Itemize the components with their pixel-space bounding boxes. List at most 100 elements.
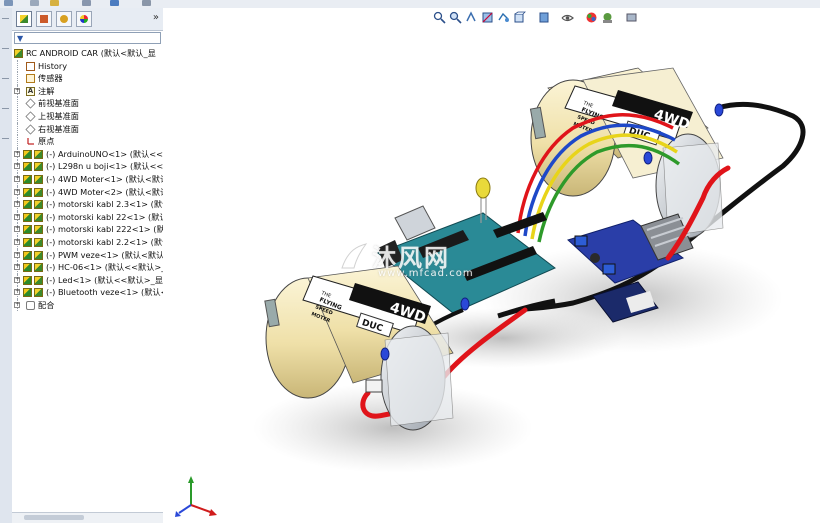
visibility-icon (23, 288, 32, 298)
tab-configuration-manager[interactable] (56, 11, 72, 27)
tree-filter-box[interactable]: ▼ (14, 32, 161, 44)
screw-terminal (602, 263, 616, 275)
expand-toggle-icon[interactable]: + (14, 276, 20, 283)
tree-item[interactable]: + (-) ArduinoUNO<1> (默认<<默 (12, 147, 163, 161)
expand-toggle-icon[interactable]: + (14, 213, 20, 220)
tree-item-label: (-) motorski kabl 222<1> (默认 (46, 224, 163, 235)
expand-toggle-icon[interactable]: + (14, 188, 20, 195)
tree-item-label: (-) motorski kabl 2.3<1> (默认 (46, 199, 163, 210)
tree-item[interactable]: + 配合 (12, 298, 163, 312)
expand-toggle-icon[interactable]: + (14, 175, 20, 182)
tree-item[interactable]: + (-) motorski kabl 222<1> (默认 (12, 223, 163, 236)
watermark-logo-icon (341, 243, 368, 269)
expand-toggle-icon[interactable]: + (14, 264, 20, 271)
toolbar-icon[interactable] (82, 0, 91, 6)
reference-triad[interactable] (173, 473, 223, 518)
tree-item-label: 上视基准面 (38, 110, 79, 121)
expand-toggle-icon[interactable]: + (14, 301, 20, 308)
visibility-icon (23, 212, 32, 222)
panel-horizontal-scrollbar[interactable] (12, 512, 163, 523)
tree-item-label: (-) 4WD Moter<1> (默认<默认 (46, 173, 163, 184)
watermark-url: www.mfcad.com (378, 268, 474, 279)
tree-item[interactable]: + (-) Bluetooth veze<1> (默认<<默 (12, 286, 163, 299)
strip-mark (2, 78, 9, 79)
part-icon (34, 200, 43, 210)
motor-front-terminal (365, 379, 383, 393)
tree-item[interactable]: + (-) L298n u boji<1> (默认<<默 (12, 160, 163, 173)
tree-item-label: 原点 (38, 136, 55, 147)
tree-item[interactable]: + (-) 4WD Moter<1> (默认<默认 (12, 172, 163, 186)
watermark: 沐风网 www.mfcad.com (338, 238, 508, 288)
toolbar-icon[interactable] (30, 0, 39, 6)
led-bulb (475, 177, 491, 199)
assembly-icon (14, 49, 23, 58)
tree-item-label: (-) PWM veze<1> (默认<默认 (46, 249, 163, 260)
visibility-icon (23, 237, 32, 247)
tree-item[interactable]: 上视基准面 (12, 109, 163, 123)
expand-toggle-icon[interactable]: + (14, 150, 20, 157)
tree-item-label: (-) Led<1> (默认<<默认>_显示 (46, 274, 163, 285)
part-icon (34, 288, 43, 298)
part-icon (34, 174, 43, 184)
expand-toggle-icon[interactable]: + (14, 226, 20, 233)
tree-item-label: (-) L298n u boji<1> (默认<<默 (46, 161, 163, 172)
strip-mark (2, 48, 9, 49)
tab-property-manager[interactable] (36, 11, 52, 27)
plane-icon (25, 123, 36, 135)
part-icon (34, 275, 43, 285)
toolbar-icon[interactable] (110, 0, 119, 6)
wire-connector (380, 347, 390, 361)
strip-mark (2, 138, 9, 139)
tree-item[interactable]: History (12, 59, 163, 73)
tree-item[interactable]: + (-) motorski kabl 2.2<1> (默认 (12, 235, 163, 249)
graphics-area[interactable]: 4WD THE FLYING SPEED MOTER DUC 4WD THE F… (163, 8, 820, 523)
tree-item[interactable]: + (-) HC-06<1> (默认<<默认>_显 (12, 261, 163, 274)
wire-connector (643, 151, 653, 165)
part-icon (34, 237, 43, 247)
tree-item[interactable]: + (-) 4WD Moter<2> (默认<默认 (12, 185, 163, 199)
tab-feature-tree[interactable] (16, 11, 32, 27)
expand-panel-button[interactable]: » (153, 12, 159, 23)
expand-toggle-icon[interactable]: + (14, 251, 20, 258)
tree-item-label: 配合 (38, 299, 55, 310)
tree-item[interactable]: + (-) motorski kabl 22<1> (默认 (12, 210, 163, 224)
tree-item[interactable]: + (-) Led<1> (默认<<默认>_显示 (12, 273, 163, 287)
tab-display-manager[interactable] (76, 11, 92, 27)
expand-toggle-icon[interactable]: + (14, 201, 20, 208)
feature-tree: RC ANDROID CAR (默认<默认_显 History 传感器 + A 注解前视… (12, 47, 163, 312)
expand-toggle-icon[interactable]: + (14, 238, 20, 245)
expand-toggle-icon[interactable]: + (14, 289, 20, 296)
tree-item[interactable]: 右视基准面 (12, 122, 163, 136)
tree-item[interactable]: + (-) motorski kabl 2.3<1> (默认 (12, 198, 163, 211)
visibility-icon (23, 200, 32, 210)
tree-item-label: (-) ArduinoUNO<1> (默认<<默 (46, 148, 163, 159)
toolbar-icon[interactable] (50, 0, 59, 6)
tree-guide-line (17, 59, 18, 73)
tree-root-assembly[interactable]: RC ANDROID CAR (默认<默认_显 (12, 47, 163, 60)
scrollbar-thumb[interactable] (24, 515, 84, 520)
strip-mark (2, 18, 9, 19)
tree-item[interactable]: 原点 (12, 135, 163, 148)
configuration-icon (60, 15, 68, 23)
tree-item[interactable]: + A 注解 (12, 84, 163, 98)
tree-item[interactable]: + (-) PWM veze<1> (默认<默认 (12, 248, 163, 262)
tree-item-label: 右视基准面 (38, 123, 79, 134)
tree-guide-line (17, 109, 18, 123)
tree-item[interactable]: 前视基准面 (12, 97, 163, 110)
tree-item-label: 注解 (38, 85, 55, 96)
annotation-icon: A (26, 86, 35, 96)
wire-connector (714, 103, 724, 117)
tree-item-label: (-) HC-06<1> (默认<<默认>_显 (46, 262, 163, 273)
expand-toggle-icon[interactable]: + (14, 163, 20, 170)
filter-icon: ▼ (17, 34, 24, 43)
part-icon (34, 250, 43, 260)
plane-icon (25, 111, 36, 122)
tree-root-label: RC ANDROID CAR (默认<默认_显 (26, 48, 156, 58)
tree-item[interactable]: 传感器 (12, 72, 163, 85)
expand-toggle-icon[interactable]: + (14, 87, 20, 94)
triad-x-axis (190, 504, 214, 514)
plane-icon (25, 98, 36, 109)
toolbar-icon[interactable] (142, 0, 151, 6)
tree-item-label: 前视基准面 (38, 98, 79, 109)
toolbar-icon[interactable] (4, 0, 13, 6)
